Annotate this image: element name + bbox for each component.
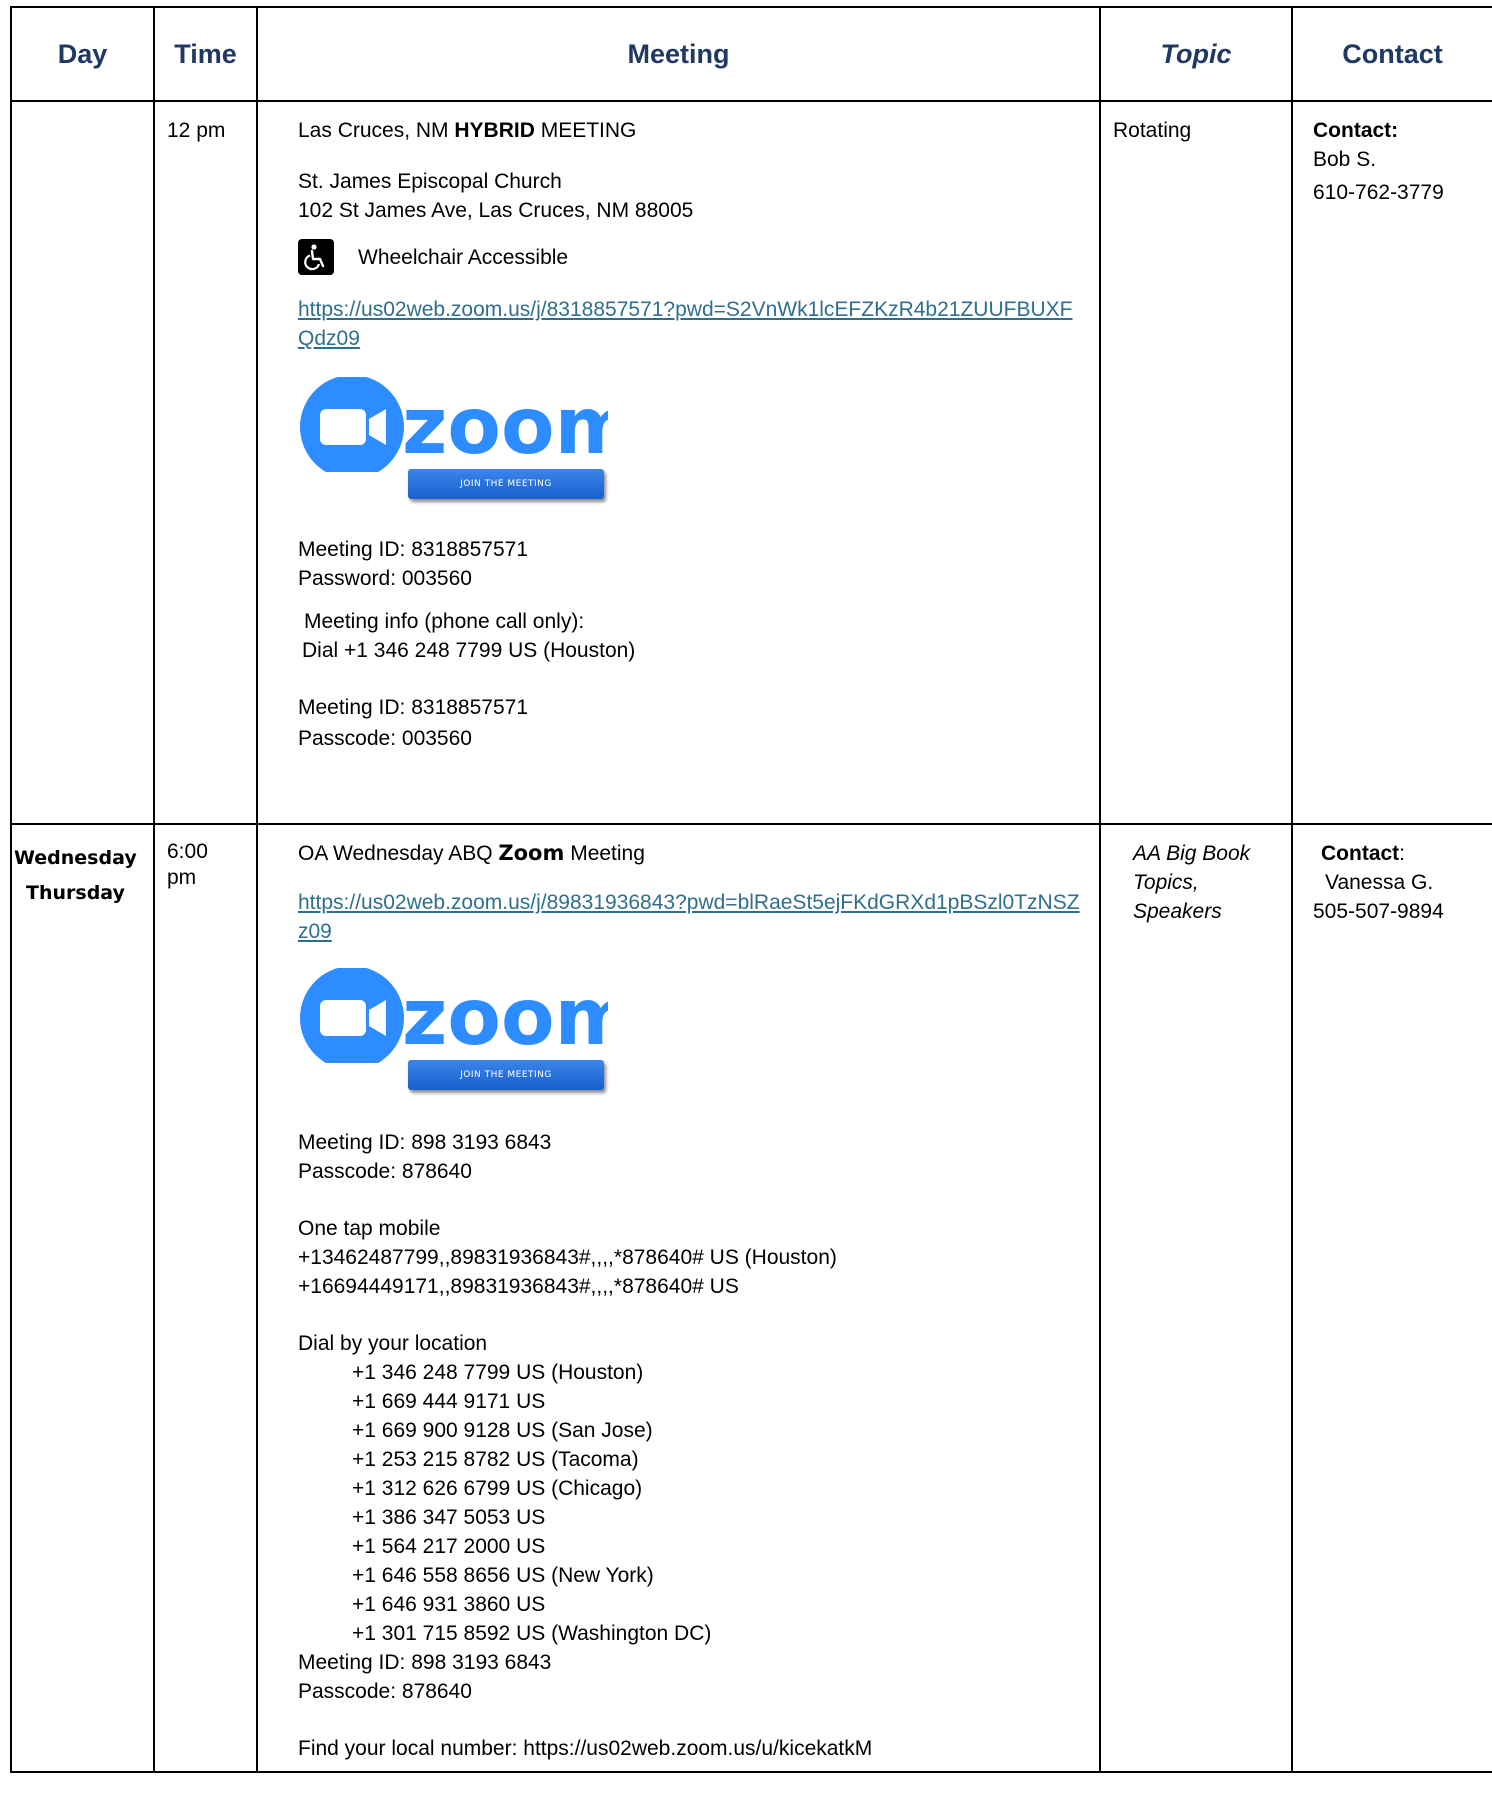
meeting-cell: Las Cruces, NM HYBRID MEETING St. James … [256, 100, 1101, 825]
meeting-title: OA Wednesday ABQ Zoom Meeting [298, 841, 645, 865]
contact-phone: 505-507-9894 [1313, 900, 1444, 923]
dial-number: +1 646 558 8656 US (New York) [352, 1564, 654, 1587]
topic-line: AA Big Book [1133, 842, 1251, 865]
meeting-id: Meeting ID: 898 3193 6843 [298, 1131, 552, 1154]
one-tap-number: +16694449171,,89831936843#,,,,*878640# U… [298, 1275, 739, 1298]
day-cell [10, 100, 155, 825]
accessibility-row: Wheelchair Accessible [298, 239, 1087, 275]
passcode-phone: Passcode: 878640 [298, 1680, 472, 1703]
meeting-cell: OA Wednesday ABQ Zoom Meeting https://us… [256, 823, 1101, 1773]
phone-dial: Dial +1 346 248 7799 US (Houston) [302, 639, 636, 662]
accessibility-label: Wheelchair Accessible [358, 245, 569, 269]
header-day: Day [10, 6, 155, 102]
page: Day Time Meeting Topic Contact 12 pm Las… [0, 0, 1492, 1806]
zoom-camera-icon: zoom [300, 966, 636, 1070]
zoom-meeting-link[interactable]: https://us02web.zoom.us/j/89831936843?pw… [298, 888, 1087, 946]
topic-value: Rotating [1113, 119, 1192, 142]
zoom-camera-icon: zoom [300, 375, 636, 479]
contact-name: Bob S. [1313, 148, 1377, 171]
header-row: Day Time Meeting Topic Contact [10, 6, 1492, 102]
header-meeting: Meeting [256, 6, 1101, 102]
contact-name: Vanessa G. [1325, 871, 1434, 894]
svg-text:zoom: zoom [402, 382, 608, 472]
passcode: Passcode: 003560 [298, 727, 472, 750]
meeting-schedule-table: Day Time Meeting Topic Contact 12 pm Las… [10, 6, 1492, 1773]
topic-cell: AA Big Book Topics, Speakers [1099, 823, 1293, 1773]
topic-line: Speakers [1133, 900, 1222, 923]
contact-cell: Contact: Vanessa G. 505-507-9894 [1291, 823, 1492, 1773]
time-cell: 6:00 pm [153, 823, 258, 1773]
time-value: 6:00 pm [167, 840, 208, 889]
zoom-join-logo[interactable]: zoom JOIN THE MEETING [298, 375, 636, 507]
contact-label: Contact: [1313, 119, 1399, 142]
dial-number: +1 669 444 9171 US [352, 1390, 546, 1413]
venue-name: St. James Episcopal Church [298, 170, 562, 193]
meeting-id-phone: Meeting ID: 898 3193 6843 [298, 1651, 552, 1674]
dial-label: Dial by your location [298, 1332, 488, 1355]
dial-number: +1 386 347 5053 US [352, 1506, 546, 1529]
time-cell: 12 pm [153, 100, 258, 825]
dial-number: +1 564 217 2000 US [352, 1535, 546, 1558]
join-meeting-button[interactable]: JOIN THE MEETING [408, 1060, 604, 1090]
contact-phone: 610-762-3779 [1313, 181, 1444, 204]
header-time: Time [153, 6, 258, 102]
header-contact: Contact [1291, 6, 1492, 102]
one-tap-label: One tap mobile [298, 1217, 441, 1240]
password: Password: 003560 [298, 567, 472, 590]
passcode: Passcode: 878640 [298, 1160, 472, 1183]
zoom-meeting-link[interactable]: https://us02web.zoom.us/j/8318857571?pwd… [298, 295, 1087, 353]
wheelchair-icon [298, 239, 334, 275]
day-cell: Wednesday Thursday [10, 823, 155, 1773]
contact-label: Contact: [1321, 842, 1406, 865]
contact-cell: Contact: Bob S. 610-762-3779 [1291, 100, 1492, 825]
dial-number: +1 346 248 7799 US (Houston) [352, 1361, 644, 1384]
one-tap-number: +13462487799,,89831936843#,,,,*878640# U… [298, 1246, 837, 1269]
time-value: 12 pm [167, 119, 226, 142]
dial-number: +1 312 626 6799 US (Chicago) [352, 1477, 643, 1500]
meeting-id: Meeting ID: 8318857571 [298, 538, 529, 561]
table-row: Wednesday Thursday 6:00 pm OA Wednesday … [10, 823, 1492, 1773]
find-local-number: Find your local number: https://us02web.… [298, 1737, 873, 1760]
dial-number: +1 253 215 8782 US (Tacoma) [352, 1448, 639, 1471]
phone-info: Meeting info (phone call only): [304, 610, 585, 633]
meeting-id-phone: Meeting ID: 8318857571 [298, 696, 529, 719]
zoom-join-logo[interactable]: zoom JOIN THE MEETING [298, 966, 636, 1098]
dial-number: +1 301 715 8592 US (Washington DC) [352, 1622, 712, 1645]
topic-line: Topics, [1133, 871, 1199, 894]
venue-address: 102 St James Ave, Las Cruces, NM 88005 [298, 199, 694, 222]
join-meeting-button[interactable]: JOIN THE MEETING [408, 469, 604, 499]
day-thursday: Thursday [26, 882, 125, 904]
meeting-title: Las Cruces, NM HYBRID MEETING [298, 119, 637, 142]
dial-number: +1 646 931 3860 US [352, 1593, 546, 1616]
topic-cell: Rotating [1099, 100, 1293, 825]
svg-text:zoom: zoom [402, 973, 608, 1063]
dial-number: +1 669 900 9128 US (San Jose) [352, 1419, 653, 1442]
table-row: 12 pm Las Cruces, NM HYBRID MEETING St. … [10, 100, 1492, 825]
day-wednesday: Wednesday [14, 847, 137, 869]
header-topic: Topic [1099, 6, 1293, 102]
